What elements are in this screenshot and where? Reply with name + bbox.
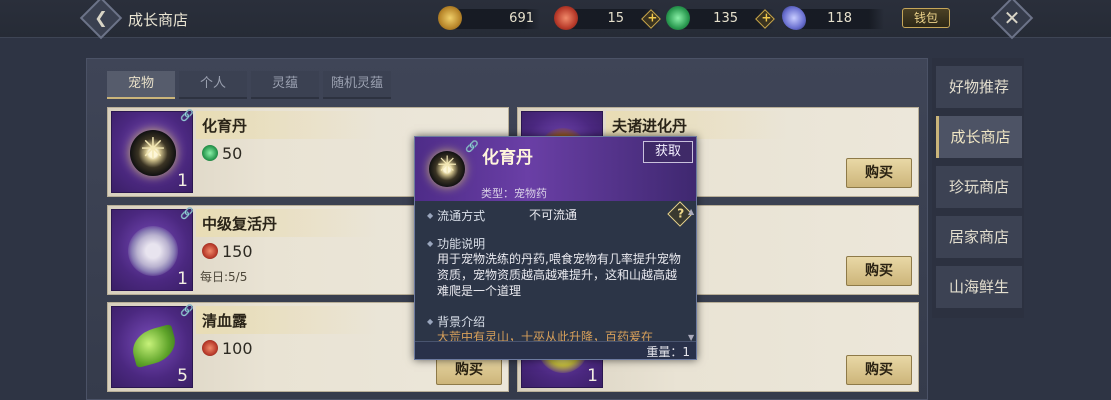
item-price: 50 [202, 144, 242, 163]
leaf-dew-icon [128, 323, 180, 369]
buy-button[interactable]: 购买 [846, 355, 912, 385]
currency-gold: 691 [438, 6, 540, 30]
currency-value: 135 [713, 11, 738, 26]
red-coin-icon [202, 243, 218, 259]
popup-body[interactable]: 流通方式 不可流通 功能说明 用于宠物洗练的丹药,喂食宠物有几率提升宠物资质，宠… [415, 201, 696, 341]
bound-chain-icon: 🔗 [465, 140, 479, 153]
item-name: 清血露 [202, 312, 248, 330]
buy-button[interactable]: 购买 [846, 256, 912, 286]
tab-pet[interactable]: 宠物 [107, 71, 175, 99]
sidebar-item-fresh-shop[interactable]: 山海鲜生 [936, 266, 1022, 308]
function-text: 用于宠物洗练的丹药,喂食宠物有几率提升宠物资质，宠物资质越高越难提升，这和山越高… [437, 252, 681, 298]
close-icon: ✕ [1003, 6, 1021, 30]
sidebar-item-growth-shop[interactable]: 成长商店 [936, 116, 1022, 158]
item-name: 化育丹 [202, 117, 248, 135]
currency-red: 15 + [554, 6, 661, 30]
item-thumbnail: 1 [111, 209, 193, 291]
item-thumbnail: 5 [111, 306, 193, 388]
page-title: 成长商店 [128, 11, 189, 29]
tab-random-lingyun[interactable]: 随机灵蕴 [323, 71, 391, 99]
item-weight: 重量：1 [646, 345, 690, 359]
currency-jade: 135 + [666, 6, 775, 30]
sidebar-item-home-shop[interactable]: 居家商店 [936, 216, 1022, 258]
item-price: 150 [202, 242, 253, 261]
red-coin-icon [554, 6, 578, 30]
back-icon: ❮ [94, 8, 108, 27]
currency-value: 691 [509, 11, 534, 26]
popup-footer: 重量：1 [415, 341, 696, 359]
bound-chain-icon: 🔗 [180, 304, 194, 317]
wallet-button[interactable]: 钱包 [902, 8, 950, 28]
popup-header: ✳ 🔗 化育丹 类型：宠物药 获取 [415, 137, 696, 201]
red-coin-icon [202, 340, 218, 356]
add-jade-coin-button[interactable]: + [755, 9, 775, 29]
circulation-label: 流通方式 [427, 207, 485, 224]
currency-crystal: 118 [782, 6, 884, 30]
jade-coin-icon [202, 145, 218, 161]
revive-pill-icon [128, 226, 178, 276]
bound-chain-icon: 🔗 [180, 109, 194, 122]
sidebar-item-treasure-shop[interactable]: 珍玩商店 [936, 166, 1022, 208]
currency-value: 118 [827, 11, 852, 26]
item-quantity: 1 [177, 269, 188, 289]
background-label: 背景介绍 [427, 313, 485, 330]
daily-limit: 每日:5/5 [200, 270, 248, 284]
item-name: 中级复活丹 [202, 215, 278, 233]
buy-button[interactable]: 购买 [846, 158, 912, 188]
item-quantity: 5 [177, 366, 188, 386]
close-button[interactable]: ✕ [990, 0, 1034, 40]
get-source-button[interactable]: 获取 [643, 141, 693, 163]
sidebar-item-recommend[interactable]: 好物推荐 [936, 66, 1022, 108]
item-price: 100 [202, 339, 253, 358]
circulation-value: 不可流通 [529, 208, 578, 222]
tab-personal[interactable]: 个人 [179, 71, 247, 99]
scroll-up-icon[interactable]: ▲ [688, 207, 694, 216]
item-thumbnail: ✳ 1 [111, 111, 193, 193]
bound-chain-icon: 🔗 [180, 207, 194, 220]
back-button[interactable]: ❮ [79, 0, 123, 40]
item-detail-popup: ✳ 🔗 化育丹 类型：宠物药 获取 流通方式 不可流通 功能说明 用于宠物洗练的… [414, 136, 697, 360]
top-bar: ❮ 成长商店 691 15 + 135 + 118 钱包 ✕ [0, 0, 1111, 40]
item-quantity: 1 [177, 171, 188, 191]
add-red-coin-button[interactable]: + [641, 9, 661, 29]
jade-coin-icon [666, 6, 690, 30]
tab-lingyun[interactable]: 灵蕴 [251, 71, 319, 99]
popup-title: 化育丹 [482, 148, 533, 168]
background-text: 大荒中有灵山，十巫从此升降，百药爰在 [437, 330, 654, 341]
function-label: 功能说明 [427, 235, 485, 252]
shop-sidebar: 好物推荐 成长商店 珍玩商店 居家商店 山海鲜生 [932, 58, 1024, 318]
item-name: 夫诸进化丹 [612, 117, 688, 135]
popup-item-type: 类型：宠物药 [481, 187, 547, 200]
crystal-icon [782, 6, 806, 30]
category-tabs: 宠物 个人 灵蕴 随机灵蕴 [107, 71, 395, 99]
item-quantity: 1 [587, 366, 598, 386]
currency-value: 15 [607, 11, 624, 26]
gold-coin-icon [438, 6, 462, 30]
